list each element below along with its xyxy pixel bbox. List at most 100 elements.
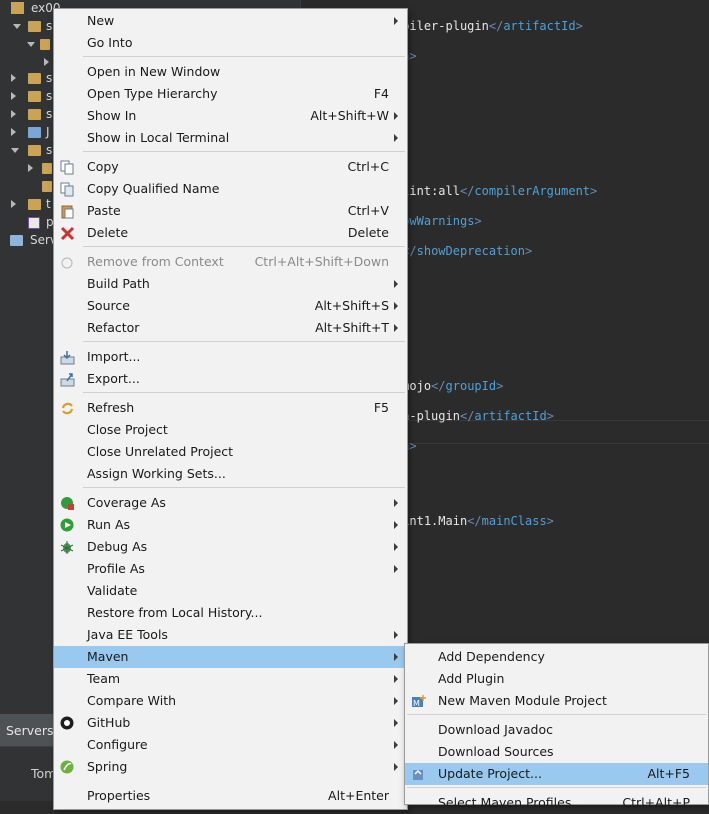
expanded-twisty-icon[interactable] [11,148,19,153]
submenu-arrow-icon [394,631,398,639]
xml-tag-name: artifactId [503,19,576,33]
menu-item-label: New [87,13,115,28]
menu-item-compare-with[interactable]: Compare With [54,690,407,712]
maven-menu-item-update-project[interactable]: Update Project... Alt+F5 [405,763,708,785]
collapsed-twisty-icon[interactable] [11,92,16,100]
menu-item-label: Restore from Local History... [87,605,263,620]
menu-item-close-unrelated-project[interactable]: Close Unrelated Project [54,441,407,463]
menu-item-label: Show in Local Terminal [87,130,230,145]
menu-item-label: Copy [87,159,119,174]
menu-item-copy-qualified-name[interactable]: Copy Qualified Name [54,178,407,200]
menu-item-label: Update Project... [438,766,542,781]
run-icon [60,518,75,533]
maven-menu-item-add-dependency[interactable]: Add Dependency [405,646,708,668]
collapsed-twisty-icon[interactable] [11,74,16,82]
menu-item-export[interactable]: Export... [54,368,407,390]
menu-item-github[interactable]: GitHub [54,712,407,734]
menu-item-label: Compare With [87,693,177,708]
submenu-arrow-icon [394,741,398,749]
spring-icon [60,760,75,775]
collapsed-twisty-icon[interactable] [11,128,16,136]
folder-icon [28,109,41,120]
menu-item-open-in-new-window[interactable]: Open in New Window [54,61,407,83]
menu-item-refactor[interactable]: Refactor Alt+Shift+T [54,317,407,339]
menu-item-remove-from-context[interactable]: Remove from Context Ctrl+Alt+Shift+Down [54,251,407,273]
tree-item-label: s [46,89,53,103]
submenu-arrow-icon [394,112,398,120]
menu-item-restore-from-local-history[interactable]: Restore from Local History... [54,602,407,624]
menu-item-shortcut: Alt+Shift+T [315,320,389,335]
menu-item-label: Assign Working Sets... [87,466,226,481]
collapsed-twisty-icon[interactable] [11,200,16,208]
tab-servers[interactable]: Servers [0,715,60,746]
menu-item-delete[interactable]: Delete Delete [54,222,407,244]
menu-item-label: Add Dependency [438,649,545,664]
maven-menu-item-download-javadoc[interactable]: Download Javadoc [405,719,708,741]
export-icon [60,372,75,387]
menu-item-open-type-hierarchy[interactable]: Open Type Hierarchy F4 [54,83,407,105]
menu-item-label: Paste [87,203,121,218]
submenu-arrow-icon [394,521,398,529]
menu-item-label: Debug As [87,539,148,554]
menu-separator [83,56,405,57]
menu-item-new[interactable]: New [54,10,407,32]
refresh-icon [60,401,75,416]
collapsed-twisty-icon[interactable] [44,58,49,66]
expanded-twisty-icon[interactable] [27,42,35,47]
menu-item-paste[interactable]: Paste Ctrl+V [54,200,407,222]
menu-item-maven[interactable]: Maven [54,646,407,668]
package-folder-icon [28,21,41,32]
menu-item-properties[interactable]: Properties Alt+Enter [54,785,407,807]
menu-separator [83,392,405,393]
menu-item-show-in-local-terminal[interactable]: Show in Local Terminal [54,127,407,149]
tree-item-label: t [46,197,51,211]
menu-item-shortcut: F4 [373,86,389,101]
tree-item-label: s [46,107,53,121]
xml-tag-name: compilerArgument [474,184,591,198]
menu-item-build-path[interactable]: Build Path [54,273,407,295]
menu-item-import[interactable]: Import... [54,346,407,368]
maven-menu-item-select-maven-profiles[interactable]: Select Maven Profiles... Ctrl+Alt+P [405,792,708,814]
menu-item-profile-as[interactable]: Profile As [54,558,407,580]
collapsed-twisty-icon[interactable] [11,110,16,118]
github-icon [60,716,75,731]
menu-item-show-in[interactable]: Show In Alt+Shift+W [54,105,407,127]
menu-item-spring[interactable]: Spring [54,756,407,778]
menu-item-refresh[interactable]: Refresh F5 [54,397,407,419]
maven-menu-item-add-plugin[interactable]: Add Plugin [405,668,708,690]
menu-item-label: Show In [87,108,137,123]
menu-item-label: Close Unrelated Project [87,444,234,459]
copy-qualified-name-icon [60,182,75,197]
menu-item-label: Select Maven Profiles... [438,795,584,810]
menu-item-validate[interactable]: Validate [54,580,407,602]
new-maven-module-icon: M [411,694,426,709]
menu-item-debug-as[interactable]: Debug As [54,536,407,558]
menu-item-copy[interactable]: Copy Ctrl+C [54,156,407,178]
collapsed-twisty-icon[interactable] [28,164,33,172]
project-context-menu: New Go Into Open in New Window Open Type Hi… [53,8,408,810]
menu-item-coverage-as[interactable]: Coverage As [54,492,407,514]
menu-item-shortcut: Ctrl+Alt+Shift+Down [254,254,389,269]
menu-item-go-into[interactable]: Go Into [54,32,407,54]
menu-item-label: Configure [87,737,148,752]
menu-item-java-ee-tools[interactable]: Java EE Tools [54,624,407,646]
submenu-arrow-icon [394,302,398,310]
menu-item-team[interactable]: Team [54,668,407,690]
maven-menu-item-new-maven-module-project[interactable]: M New Maven Module Project [405,690,708,712]
menu-item-run-as[interactable]: Run As [54,514,407,536]
xml-tag-name: mainClass [481,514,547,528]
maven-menu-item-download-sources[interactable]: Download Sources [405,741,708,763]
menu-item-close-project[interactable]: Close Project [54,419,407,441]
menu-item-configure[interactable]: Configure [54,734,407,756]
menu-item-label: Close Project [87,422,168,437]
menu-item-source[interactable]: Source Alt+Shift+S [54,295,407,317]
menu-item-label: Export... [87,371,140,386]
menu-separator [407,787,706,788]
menu-item-shortcut: F5 [373,400,389,415]
update-project-icon [411,767,426,782]
submenu-arrow-icon [394,324,398,332]
submenu-arrow-icon [394,17,398,25]
expanded-twisty-icon[interactable] [13,24,21,29]
menu-item-assign-working-sets[interactable]: Assign Working Sets... [54,463,407,485]
maven-project-icon [11,2,24,14]
